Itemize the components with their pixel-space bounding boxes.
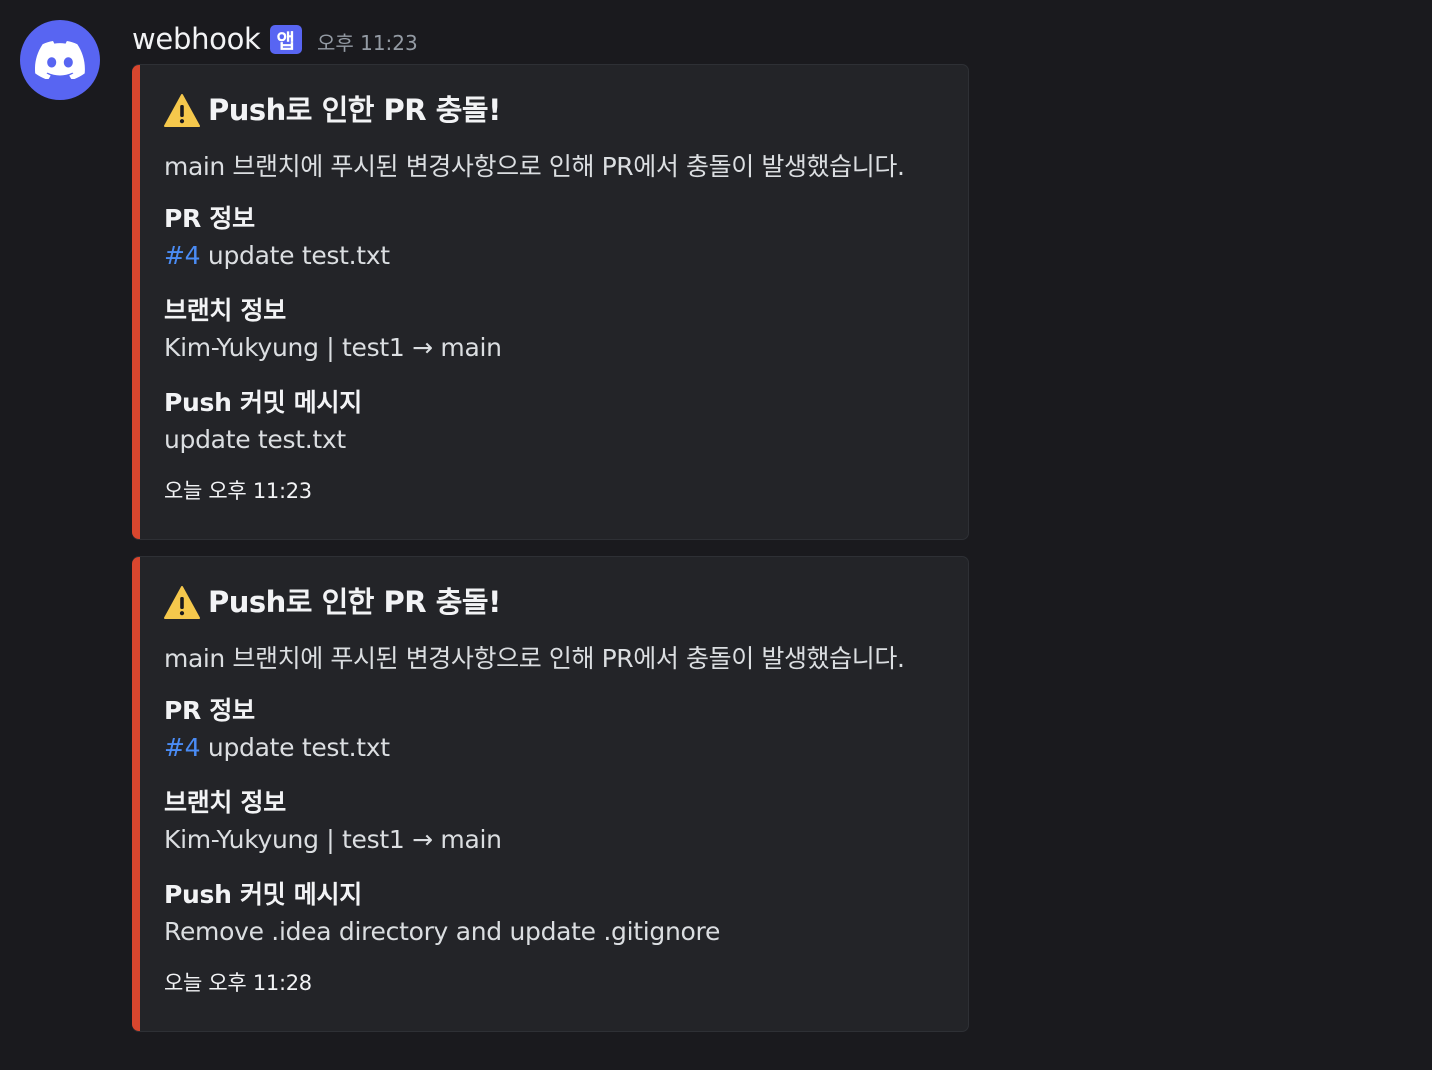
- discord-logo-icon: [35, 41, 85, 79]
- field-value-pr-info: #4 update test.txt: [164, 241, 390, 270]
- field-name-pr-info: PR 정보: [164, 204, 255, 233]
- embed-footer-timestamp: 오늘 오후 11:23: [164, 479, 312, 503]
- field-value-pr-info: #4 update test.txt: [164, 733, 390, 762]
- pr-link[interactable]: #4: [164, 733, 201, 762]
- embed: Push로 인한 PR 충돌! main 브랜치에 푸시된 변경사항으로 인해 …: [132, 556, 969, 1032]
- embed-description: main 브랜치에 푸시된 변경사항으로 인해 PR에서 충돌이 발생했습니다.: [164, 152, 905, 181]
- embed-title-row: Push로 인한 PR 충돌!: [164, 87, 501, 129]
- warning-icon: [164, 586, 200, 619]
- embed-title: Push로 인한 PR 충돌!: [208, 93, 501, 127]
- field-value-commit-message: update test.txt: [164, 425, 346, 454]
- embed-description: main 브랜치에 푸시된 변경사항으로 인해 PR에서 충돌이 발생했습니다.: [164, 644, 905, 673]
- chat-message: webhook 앱 오후 11:23 Push로 인한 PR 충돌! main …: [0, 0, 1432, 1070]
- field-name-commit-message: Push 커밋 메시지: [164, 880, 362, 909]
- field-name-pr-info: PR 정보: [164, 696, 255, 725]
- field-name-branch-info: 브랜치 정보: [164, 788, 286, 817]
- embed-footer-timestamp: 오늘 오후 11:28: [164, 971, 312, 995]
- field-value-commit-message: Remove .idea directory and update .gitig…: [164, 917, 721, 946]
- warning-icon: [164, 94, 200, 127]
- pr-link[interactable]: #4: [164, 241, 201, 270]
- app-badge: 앱: [269, 24, 302, 54]
- embed-title-row: Push로 인한 PR 충돌!: [164, 579, 501, 621]
- field-name-branch-info: 브랜치 정보: [164, 296, 286, 325]
- field-name-commit-message: Push 커밋 메시지: [164, 388, 362, 417]
- pr-title: update test.txt: [200, 733, 390, 762]
- embed-title: Push로 인한 PR 충돌!: [208, 585, 501, 619]
- pr-title: update test.txt: [200, 241, 390, 270]
- avatar[interactable]: [20, 20, 100, 100]
- field-value-branch-info: Kim-Yukyung | test1 → main: [164, 333, 502, 362]
- embed-color-bar: [132, 557, 140, 1031]
- embed: Push로 인한 PR 충돌! main 브랜치에 푸시된 변경사항으로 인해 …: [132, 64, 969, 540]
- message-timestamp[interactable]: 오후 11:23: [317, 27, 418, 56]
- message-header: webhook 앱 오후 11:23: [132, 18, 418, 60]
- field-value-branch-info: Kim-Yukyung | test1 → main: [164, 825, 502, 854]
- username[interactable]: webhook: [132, 22, 261, 56]
- embed-color-bar: [132, 65, 140, 539]
